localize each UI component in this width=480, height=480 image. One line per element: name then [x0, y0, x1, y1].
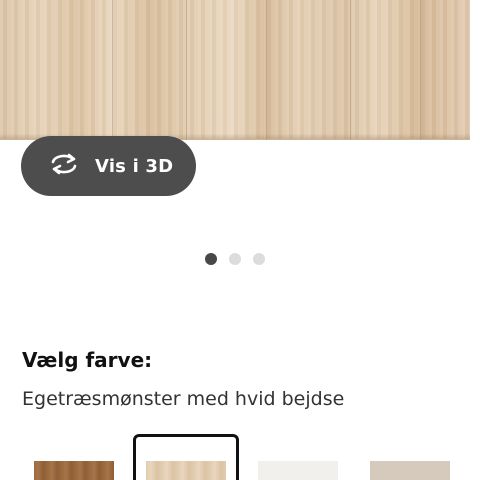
- plank-seam: [350, 0, 351, 140]
- carousel-dot-1[interactable]: [205, 253, 217, 265]
- rotate-3d-icon: [47, 151, 81, 181]
- color-picker-heading: Vælg farve:: [22, 348, 153, 372]
- view-in-3d-label: Vis i 3D: [95, 155, 174, 177]
- plank-seam: [186, 0, 187, 140]
- plank-seam: [420, 0, 421, 140]
- plank-seam: [266, 0, 267, 140]
- plank-seam: [112, 0, 113, 140]
- view-in-3d-button[interactable]: Vis i 3D: [21, 136, 196, 196]
- color-swatch-row: [0, 434, 480, 480]
- carousel-dot-3[interactable]: [253, 253, 265, 265]
- color-swatch-oak-white-stained[interactable]: [146, 461, 226, 480]
- product-image: [0, 0, 470, 140]
- carousel-dot-2[interactable]: [229, 253, 241, 265]
- color-swatch-white[interactable]: [258, 461, 338, 480]
- carousel-pagination: [205, 253, 277, 265]
- color-swatch-beige[interactable]: [370, 461, 450, 480]
- color-swatch-walnut[interactable]: [34, 461, 114, 480]
- selected-color-name: Egetræsmønster med hvid bejdse: [22, 388, 345, 410]
